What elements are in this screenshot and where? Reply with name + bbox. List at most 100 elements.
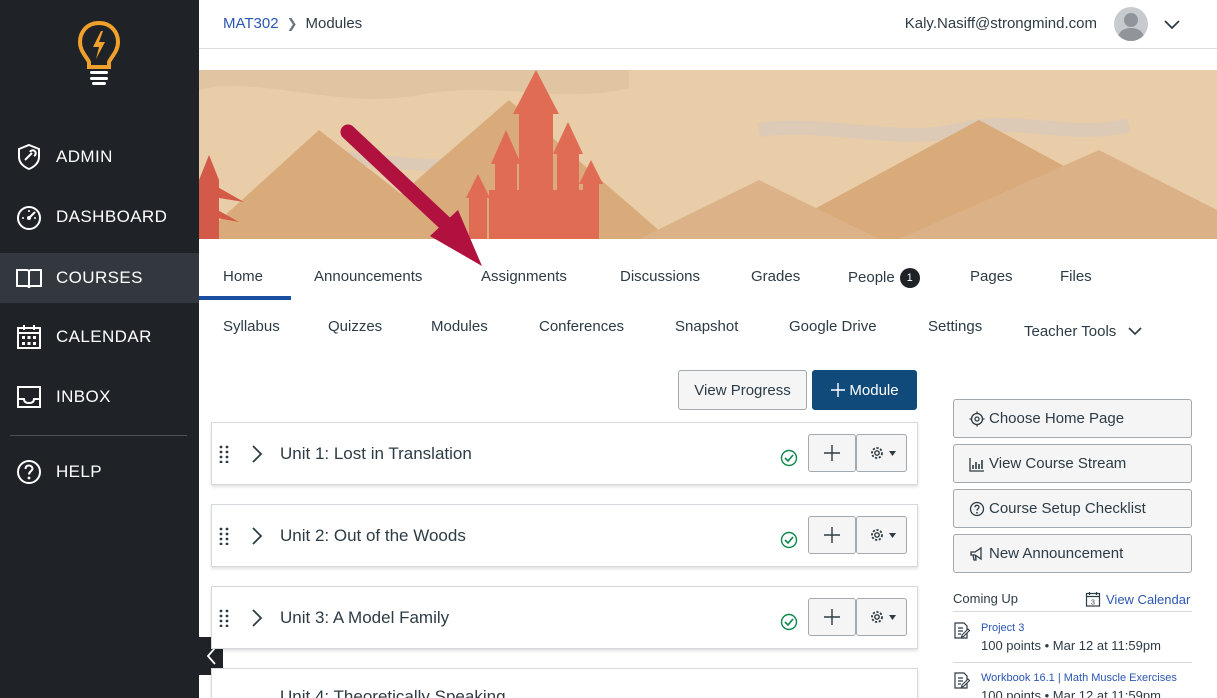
gear-icon [870,611,883,623]
tab-people[interactable]: People 1 [848,268,920,288]
view-progress-button[interactable]: View Progress [678,370,807,410]
tab-syllabus[interactable]: Syllabus [223,318,280,335]
tab-teacher-tools[interactable]: Teacher Tools [1024,322,1144,340]
calendar-day-number: 3 [1091,599,1095,606]
add-item-button[interactable] [808,516,856,554]
tab-assignments[interactable]: Assignments [481,268,567,285]
book-icon [15,264,43,292]
tab-discussions[interactable]: Discussions [620,268,700,285]
target-icon [969,411,985,426]
module-title[interactable]: Unit 4: Theoretically Speaking [280,687,506,698]
user-email[interactable]: Kaly.Nasiff@strongmind.com [905,15,1097,32]
nav-item-label: INBOX [56,387,111,406]
chevron-down-icon [1128,327,1142,336]
caret-down-icon [888,450,896,456]
tab-modules[interactable]: Modules [431,318,488,335]
coming-up-item-link[interactable]: Workbook 16.1 | Math Muscle Exercises [981,672,1177,684]
drag-handle-icon[interactable] [219,527,229,545]
module-settings-button[interactable] [856,598,907,636]
module-title[interactable]: Unit 2: Out of the Woods [280,526,466,546]
breadcrumb: MAT302 ❯ Modules [223,15,362,32]
coming-up-divider [953,611,1192,612]
nav-item-label: COURSES [56,268,143,287]
people-count-badge: 1 [899,268,920,288]
tab-announcements[interactable]: Announcements [314,268,422,285]
tab-settings[interactable]: Settings [928,318,982,335]
coming-up-item-meta: 100 points • Mar 12 at 11:59pm [981,638,1161,653]
plus-icon [831,383,846,397]
nav-item-courses[interactable]: COURSES [0,253,199,303]
module-row: Unit 2: Out of the Woods [211,504,918,567]
plus-icon [824,609,840,625]
breadcrumb-course-link[interactable]: MAT302 [223,15,279,32]
chevron-right-icon[interactable] [250,526,264,546]
tab-home[interactable]: Home [223,268,263,285]
tab-people-label: People [848,269,895,286]
active-tab-indicator [199,296,291,300]
drag-handle-icon[interactable] [219,609,229,627]
breadcrumb-current: Modules [305,15,363,32]
assignment-icon [954,672,970,689]
nav-item-inbox[interactable]: INBOX [0,372,199,422]
new-announcement-button[interactable]: New Announcement [953,534,1192,573]
tab-google-drive[interactable]: Google Drive [789,318,877,335]
course-setup-checklist-button[interactable]: Course Setup Checklist [953,489,1192,528]
user-silhouette-icon [1117,13,1145,41]
nav-item-label: DASHBOARD [56,207,168,226]
choose-home-page-button[interactable]: Choose Home Page [953,399,1192,438]
nav-item-label: CALENDAR [56,327,152,346]
question-circle-icon [969,501,985,516]
published-check-icon[interactable] [780,449,798,467]
nav-item-admin[interactable]: ADMIN [0,132,199,182]
gear-icon [870,447,883,459]
tab-teacher-tools-label: Teacher Tools [1024,322,1117,340]
add-module-button[interactable]: Module [812,370,917,410]
gear-icon [870,529,883,541]
module-settings-button[interactable] [856,516,907,554]
nav-item-label: HELP [56,462,103,481]
view-calendar-label: View Calendar [1106,591,1191,607]
top-header: MAT302 ❯ Modules Kaly.Nasiff@strongmind.… [199,0,1217,49]
drag-handle-icon[interactable] [219,445,229,463]
chevron-down-icon[interactable] [1162,14,1182,34]
published-check-icon[interactable] [780,613,798,631]
module-title[interactable]: Unit 3: A Model Family [280,608,449,628]
tab-conferences[interactable]: Conferences [539,318,624,335]
lightbulb-logo-icon[interactable] [76,20,122,86]
tab-quizzes[interactable]: Quizzes [328,318,382,335]
chevron-right-icon[interactable] [250,444,264,464]
castle-illustration [199,70,1217,239]
module-row: Unit 3: A Model Family [211,586,918,649]
inbox-tray-icon [15,383,43,411]
module-title[interactable]: Unit 1: Lost in Translation [280,444,472,464]
view-progress-label: View Progress [694,381,791,399]
module-settings-button[interactable] [856,434,907,472]
view-calendar-link[interactable]: 3 View Calendar [1085,591,1190,607]
nav-item-help[interactable]: HELP [0,447,199,497]
add-item-button[interactable] [808,434,856,472]
module-row: Unit 4: Theoretically Speaking [211,668,918,698]
published-check-icon[interactable] [780,531,798,549]
tab-pages[interactable]: Pages [970,268,1013,285]
nav-item-dashboard[interactable]: DASHBOARD [0,192,199,242]
chevron-right-icon[interactable] [250,608,264,628]
chevron-right-icon: ❯ [286,15,298,31]
tab-snapshot[interactable]: Snapshot [675,318,738,335]
avatar[interactable] [1114,7,1148,41]
add-module-label: Module [849,381,899,399]
global-nav: ADMIN DASHBOARD COURSES CALENDAR INBOX H… [0,0,199,698]
new-announcement-label: New Announcement [989,545,1124,562]
view-course-stream-button[interactable]: View Course Stream [953,444,1192,483]
calendar-icon [15,323,43,351]
assignment-icon [954,622,970,639]
calendar-day-icon: 3 [1085,592,1101,607]
coming-up-heading: Coming Up [953,591,1019,606]
tab-files[interactable]: Files [1060,268,1092,285]
view-course-stream-label: View Course Stream [989,455,1127,472]
nav-item-calendar[interactable]: CALENDAR [0,312,199,362]
tab-grades[interactable]: Grades [751,268,800,285]
choose-home-page-label: Choose Home Page [989,410,1125,427]
coming-up-item-link[interactable]: Project 3 [981,622,1024,634]
speedometer-icon [15,203,43,231]
add-item-button[interactable] [808,598,856,636]
